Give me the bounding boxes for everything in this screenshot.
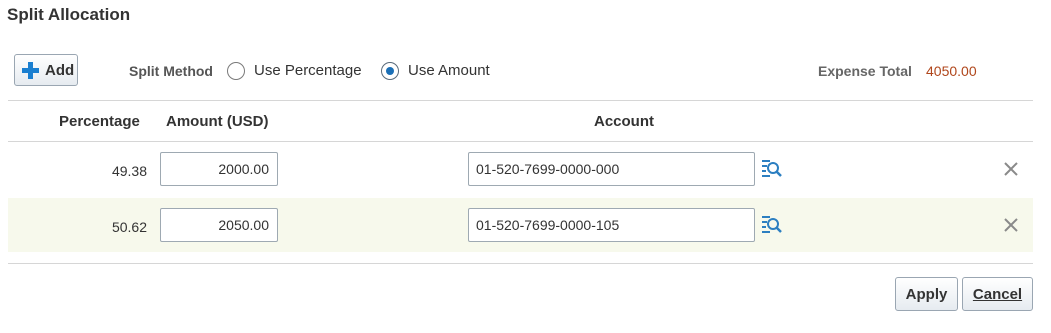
apply-button[interactable]: Apply [895, 277, 958, 311]
dialog-title: Split Allocation [7, 5, 131, 24]
row-percentage: 50.62 [111, 219, 147, 235]
close-icon[interactable] [1003, 161, 1019, 177]
account-input[interactable] [468, 208, 755, 242]
row-percentage: 49.38 [111, 163, 147, 179]
expense-total-value: 4050.00 [926, 63, 977, 79]
use-percentage-radio[interactable] [227, 62, 245, 80]
table-bottom-divider [8, 263, 1033, 264]
add-button-label: Add [45, 61, 75, 79]
use-amount-radio[interactable] [381, 62, 399, 80]
search-icon[interactable] [761, 158, 783, 180]
expense-total-label: Expense Total [818, 63, 912, 79]
search-icon[interactable] [761, 214, 783, 236]
cancel-button-label: Cancel [972, 285, 1023, 303]
apply-button-label: Apply [905, 285, 948, 303]
amount-input[interactable] [160, 152, 278, 186]
close-icon[interactable] [1003, 217, 1019, 233]
amount-input[interactable] [160, 208, 278, 242]
account-input[interactable] [468, 152, 755, 186]
header-amount: Amount (USD) [166, 113, 269, 130]
toolbar-divider [8, 100, 1033, 101]
use-percentage-label[interactable]: Use Percentage [254, 62, 362, 79]
cancel-button[interactable]: Cancel [962, 277, 1033, 311]
plus-icon [22, 61, 39, 79]
header-percentage: Percentage [59, 113, 140, 130]
add-button[interactable]: Add [14, 54, 78, 86]
split-method-label: Split Method [129, 63, 213, 79]
header-account: Account [594, 113, 654, 130]
use-amount-label[interactable]: Use Amount [408, 62, 490, 79]
